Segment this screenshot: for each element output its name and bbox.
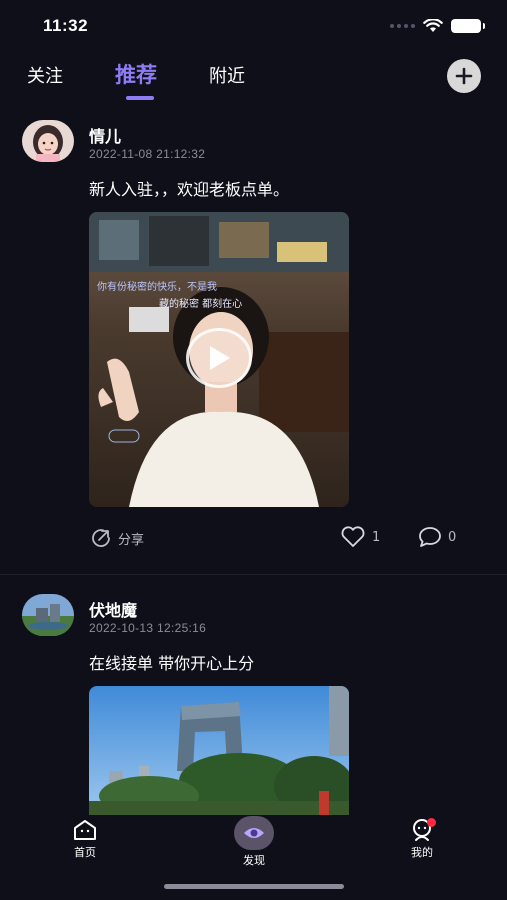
nav-discover[interactable]: 发现	[224, 816, 284, 868]
home-indicator	[164, 884, 344, 889]
like-button[interactable]: 1	[340, 526, 380, 548]
discover-eye-icon	[244, 828, 264, 838]
discover-active-bg	[234, 816, 274, 850]
avatar[interactable]	[22, 120, 74, 162]
share-label: 分享	[118, 532, 145, 548]
battery-icon	[451, 19, 485, 33]
svg-text:你有份秘密的快乐，不是我: 你有份秘密的快乐，不是我	[97, 280, 217, 293]
post-feed[interactable]: 情儿 2022-11-08 21:12:32 新人入驻，，欢迎老板点单。 你有份…	[0, 108, 507, 815]
share-button[interactable]: 分享	[89, 526, 144, 550]
post-text: 新人入驻，，欢迎老板点单。	[89, 180, 290, 199]
comment-icon	[419, 527, 441, 547]
post-text: 在线接单 带你开心上分	[89, 654, 255, 673]
like-count: 1	[372, 529, 381, 545]
post-actions: 分享 1 0	[0, 526, 507, 556]
share-icon	[92, 529, 110, 547]
post-image[interactable]	[89, 686, 349, 815]
post-divider	[0, 574, 507, 575]
post-timestamp: 2022-11-08 21:12:32	[89, 147, 206, 161]
add-icon	[455, 67, 473, 85]
wifi-icon	[423, 19, 443, 32]
comment-count: 0	[448, 529, 457, 545]
svg-text:藏的秘密 都刻在心: 藏的秘密 都刻在心	[159, 297, 242, 310]
play-icon	[210, 346, 230, 370]
tab-recommend[interactable]: 推荐	[115, 59, 157, 89]
status-indicators	[390, 19, 485, 33]
avatar[interactable]	[22, 594, 74, 636]
comment-button[interactable]: 0	[418, 526, 456, 548]
post-username[interactable]: 伏地魔	[89, 597, 137, 621]
add-post-button[interactable]	[447, 59, 481, 93]
cellular-signal-icon	[390, 24, 415, 28]
post-video-thumbnail[interactable]: 你有份秘密的快乐，不是我 藏的秘密 都刻在心	[89, 212, 349, 507]
tab-follow[interactable]: 关注	[27, 62, 63, 88]
status-time: 11:32	[43, 16, 89, 35]
post-username[interactable]: 情儿	[89, 123, 121, 147]
nav-mine[interactable]: 我的	[392, 818, 452, 860]
top-tab-bar: 关注 推荐 附近	[0, 56, 507, 104]
notification-badge	[427, 818, 436, 827]
home-icon	[74, 820, 96, 840]
post-timestamp: 2022-10-13 12:25:16	[89, 621, 207, 635]
nav-home-label: 首页	[74, 846, 96, 859]
tab-active-indicator	[126, 96, 154, 100]
status-bar: 11:32	[0, 0, 507, 52]
play-button[interactable]	[186, 328, 252, 388]
heart-icon	[341, 526, 365, 547]
nav-home[interactable]: 首页	[55, 818, 115, 860]
nav-discover-label: 发现	[243, 854, 265, 867]
tab-nearby[interactable]: 附近	[209, 62, 245, 88]
nav-mine-label: 我的	[411, 846, 433, 859]
